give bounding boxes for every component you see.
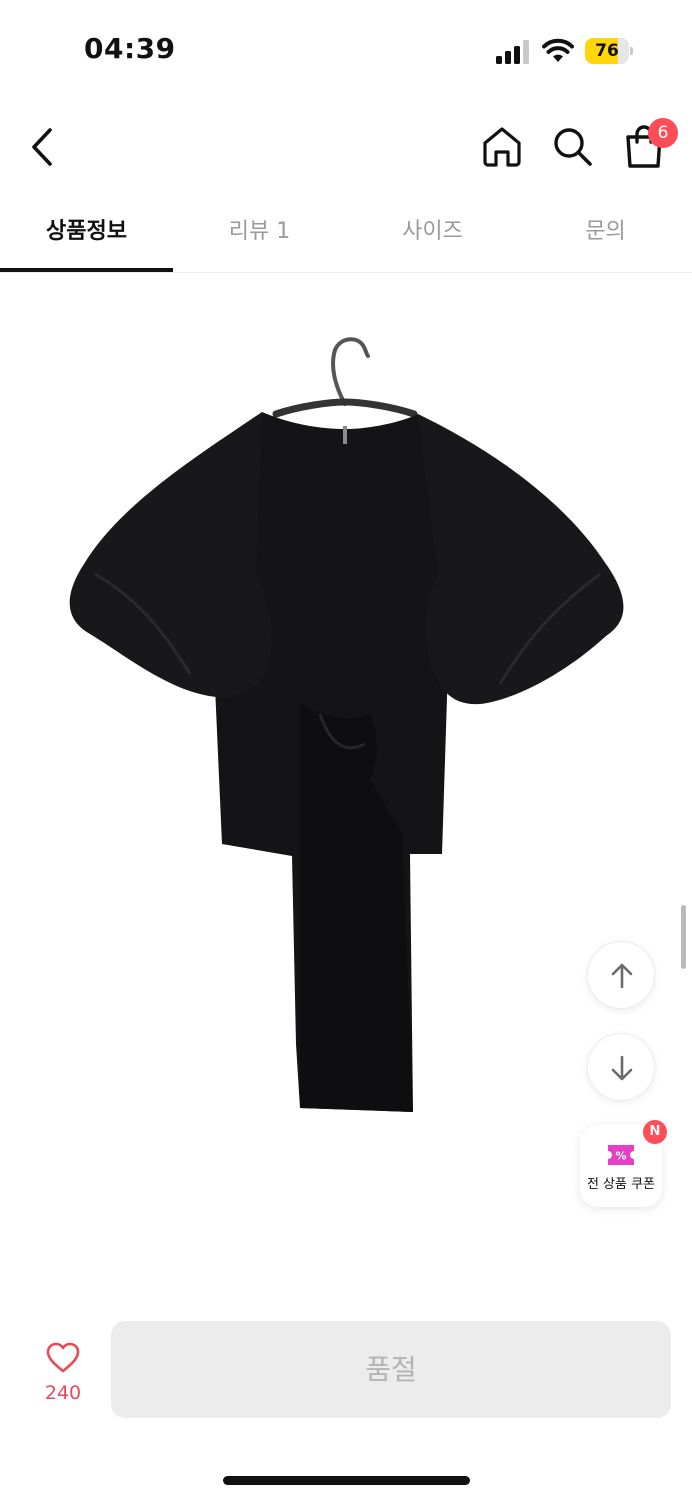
active-tab-indicator bbox=[0, 268, 173, 272]
scrollbar-thumb[interactable] bbox=[681, 905, 686, 969]
cart-count-badge: 6 bbox=[648, 118, 678, 148]
chevron-left-icon[interactable] bbox=[22, 124, 62, 170]
battery-indicator: 76 bbox=[585, 38, 633, 64]
scroll-down-button[interactable] bbox=[587, 1033, 655, 1101]
tab-product-info[interactable]: 상품정보 bbox=[0, 195, 173, 273]
arrow-down-icon bbox=[611, 1055, 633, 1081]
tab-inquiry[interactable]: 문의 bbox=[519, 195, 692, 273]
search-icon[interactable] bbox=[550, 124, 594, 168]
tab-reviews[interactable]: 리뷰 1 bbox=[173, 195, 346, 273]
status-time: 04:39 bbox=[84, 32, 176, 65]
arrow-up-icon bbox=[611, 963, 633, 989]
scroll-up-button[interactable] bbox=[587, 941, 655, 1009]
coupon-ticket-icon: % bbox=[608, 1145, 634, 1165]
coupon-label: 전 상품 쿠폰 bbox=[586, 1177, 656, 1192]
cellular-signal-icon bbox=[496, 40, 529, 64]
wifi-icon bbox=[542, 38, 574, 62]
home-indicator[interactable] bbox=[223, 1476, 470, 1485]
svg-text:%: % bbox=[615, 1150, 626, 1163]
status-bar: 04:39 76 bbox=[0, 0, 692, 100]
top-navigation bbox=[0, 100, 692, 195]
tab-size[interactable]: 사이즈 bbox=[346, 195, 519, 273]
coupon-new-badge: N bbox=[643, 1120, 667, 1144]
battery-level: 76 bbox=[595, 41, 619, 61]
home-icon[interactable] bbox=[480, 124, 524, 168]
like-button[interactable]: 240 bbox=[30, 1340, 96, 1410]
heart-outline-icon bbox=[46, 1342, 80, 1373]
sold-out-button[interactable]: 품절 bbox=[111, 1321, 671, 1418]
product-tabs: 상품정보 리뷰 1 사이즈 문의 bbox=[0, 195, 692, 273]
like-count: 240 bbox=[44, 1382, 82, 1404]
